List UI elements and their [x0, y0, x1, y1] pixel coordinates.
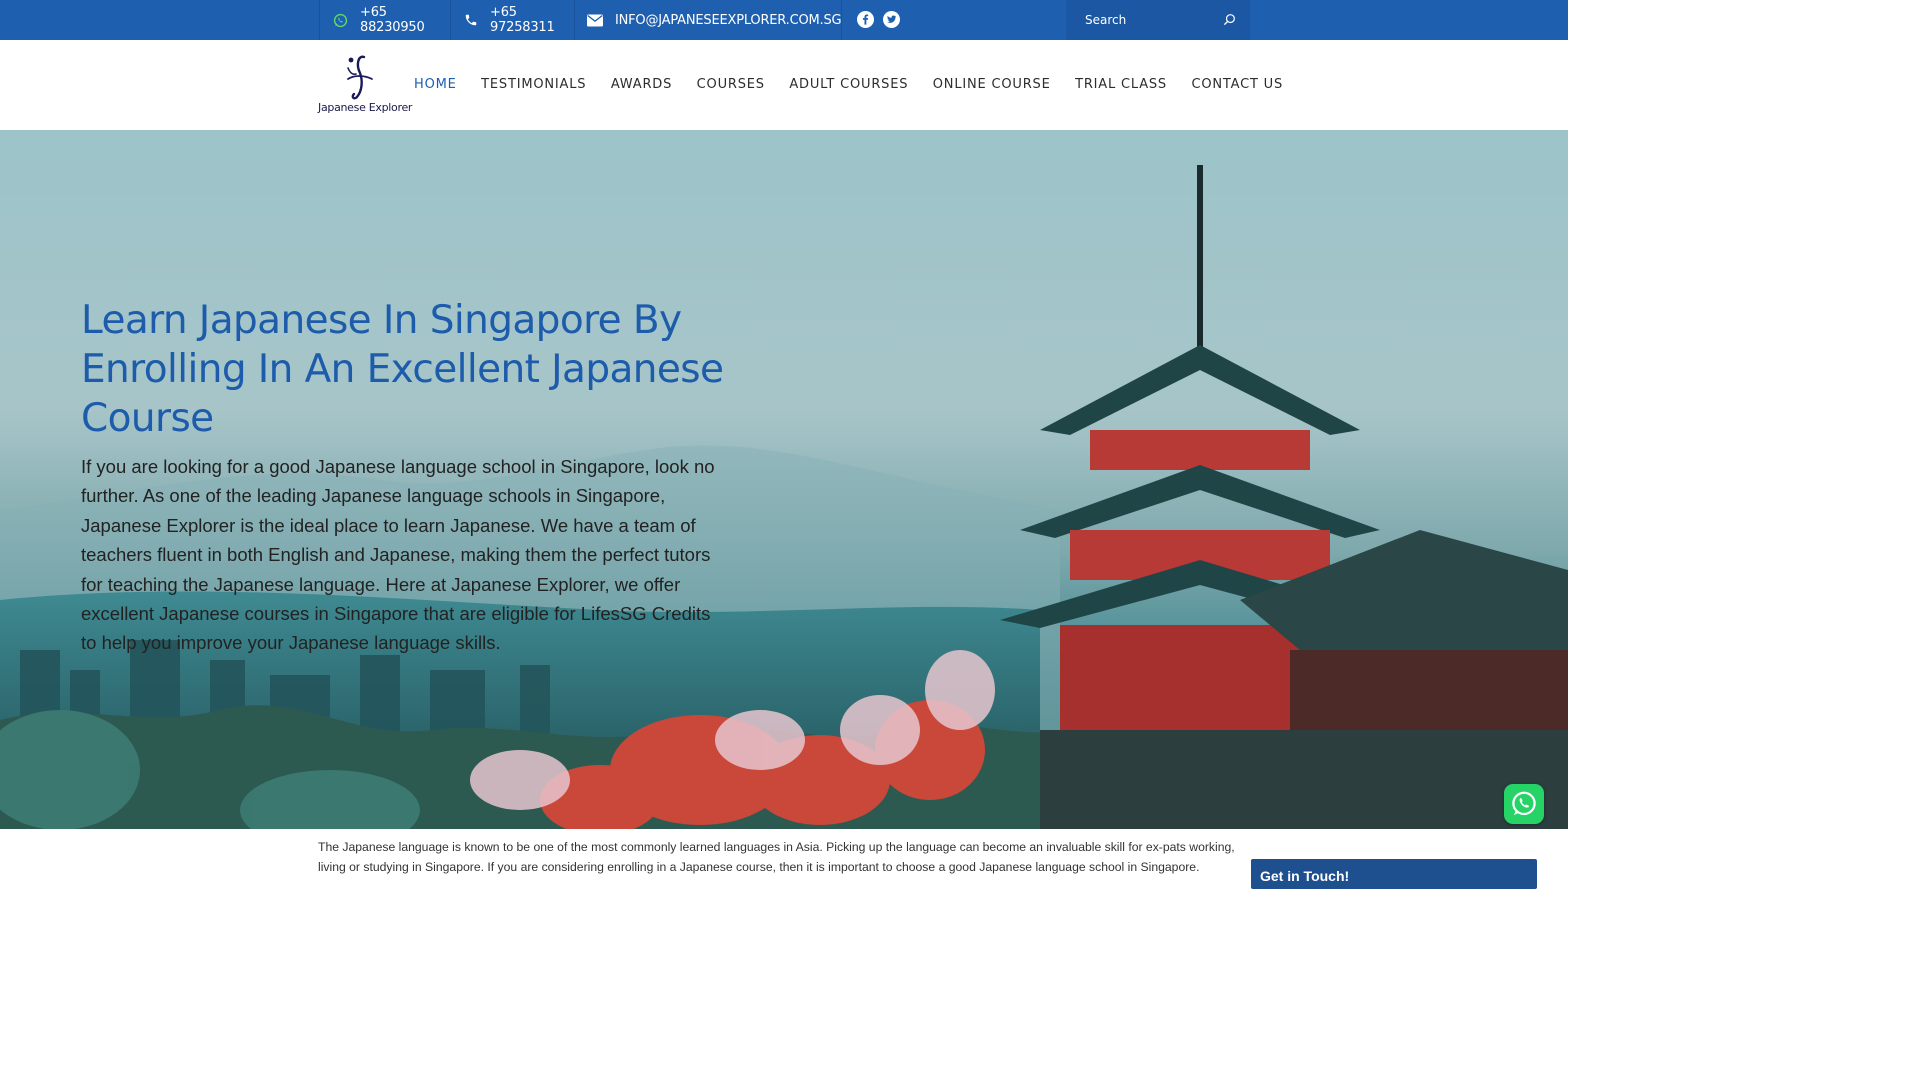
logo-mark-icon — [347, 55, 373, 100]
nav-awards[interactable]: AWARDS — [611, 77, 672, 92]
nav-trial-class[interactable]: TRIAL CLASS — [1075, 77, 1167, 92]
logo[interactable]: Japanese Explorer — [318, 53, 412, 119]
nav-contact-us[interactable]: CONTACT US — [1192, 77, 1284, 92]
top-bar: +65 88230950 +65 97258311 INFO@JAPANESEE… — [0, 0, 1568, 40]
whatsapp-contact[interactable]: +65 88230950 — [319, 0, 451, 40]
nav-adult-courses[interactable]: ADULT COURSES — [789, 77, 908, 92]
phone-icon — [465, 14, 477, 26]
logo-text: Japanese Explorer — [318, 101, 413, 114]
hero-banner: Learn Japanese In Singapore By Enrolling… — [0, 130, 1568, 829]
pagoda-illustration — [1000, 165, 1568, 829]
get-in-touch-heading: Get in Touch! — [1251, 859, 1537, 889]
nav-courses[interactable]: COURSES — [697, 77, 765, 92]
email-contact[interactable]: INFO@JAPANESEEXPLORER.COM.SG — [574, 0, 842, 40]
whatsapp-icon — [333, 13, 348, 27]
twitter-icon[interactable] — [883, 11, 900, 28]
hero-title: Learn Japanese In Singapore By Enrolling… — [81, 298, 724, 441]
nav-home[interactable]: HOME — [414, 77, 457, 92]
phone-contact[interactable]: +65 97258311 — [450, 0, 575, 40]
facebook-icon[interactable] — [857, 11, 874, 28]
intro-paragraph: The Japanese language is known to be one… — [318, 840, 1235, 874]
phone-number: +65 97258311 — [490, 5, 555, 35]
whatsapp-number: +65 88230950 — [360, 5, 425, 35]
search-icon[interactable] — [1223, 13, 1236, 26]
intro-section: The Japanese language is known to be one… — [0, 829, 1568, 889]
email-address: INFO@JAPANESEEXPLORER.COM.SG — [615, 12, 842, 28]
search-box — [1066, 0, 1250, 40]
main-nav: HOME TESTIMONIALS AWARDS COURSES ADULT C… — [414, 77, 1308, 92]
hero-description: If you are looking for a good Japanese l… — [81, 456, 715, 654]
nav-testimonials[interactable]: TESTIMONIALS — [481, 77, 586, 92]
social-links — [857, 11, 900, 28]
site-header: Japanese Explorer HOME TESTIMONIALS AWAR… — [0, 40, 1568, 130]
search-input[interactable] — [1085, 13, 1215, 27]
whatsapp-icon — [1512, 791, 1536, 816]
nav-online-course[interactable]: ONLINE COURSE — [933, 77, 1051, 92]
whatsapp-chat-button[interactable] — [1504, 784, 1544, 824]
envelope-icon — [587, 14, 603, 26]
